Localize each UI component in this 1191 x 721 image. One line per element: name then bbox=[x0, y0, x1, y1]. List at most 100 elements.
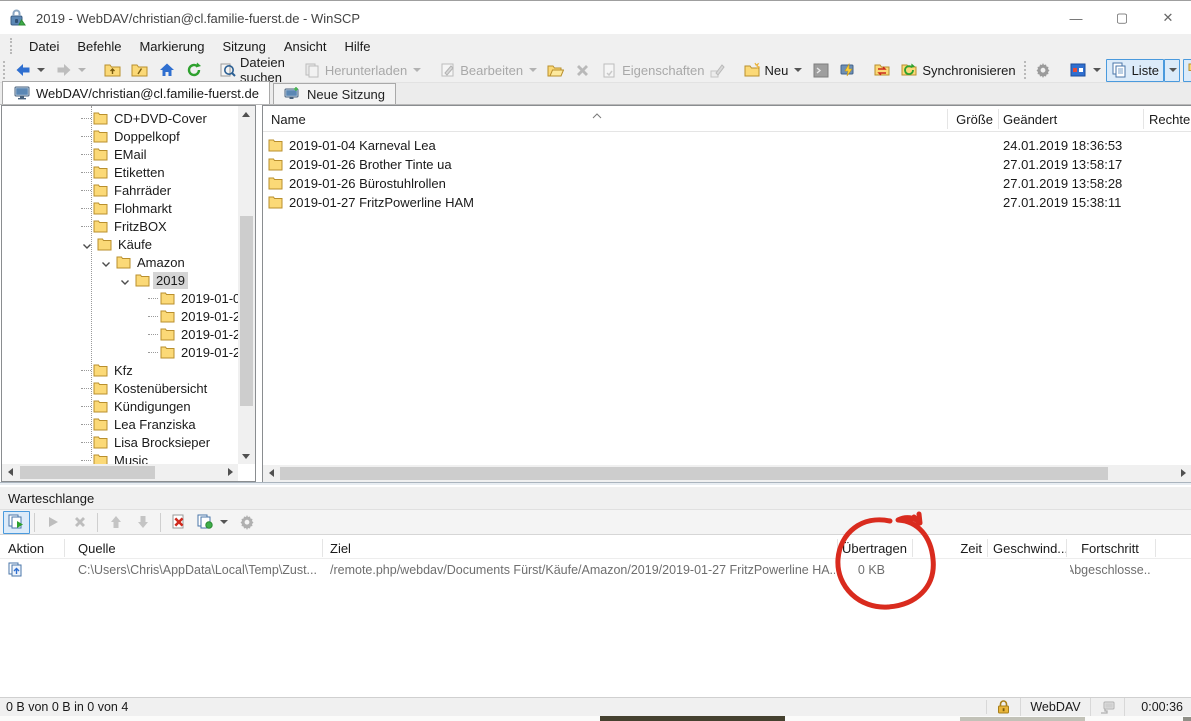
close-button[interactable]: ✕ bbox=[1145, 2, 1191, 34]
queue-delete-button[interactable] bbox=[165, 511, 192, 534]
queue-splitter[interactable] bbox=[0, 482, 1191, 485]
file-row[interactable]: 2019-01-26 Brother Tinte ua bbox=[267, 154, 452, 174]
tree-item-expanded[interactable]: Käufe bbox=[82, 235, 152, 253]
queue-col-target[interactable]: Ziel bbox=[330, 537, 351, 559]
scroll-up-arrow[interactable] bbox=[238, 106, 254, 122]
queue-cancel-button bbox=[66, 511, 93, 534]
status-connection-segment[interactable] bbox=[1091, 698, 1125, 717]
back-button[interactable] bbox=[9, 59, 50, 82]
menu-sitzung[interactable]: Sitzung bbox=[213, 36, 274, 57]
tree-item[interactable]: Music bbox=[81, 451, 148, 464]
menu-hilfe[interactable]: Hilfe bbox=[336, 36, 380, 57]
tree-item[interactable]: Flohmarkt bbox=[81, 199, 172, 217]
status-protocol[interactable]: WebDAV bbox=[1021, 698, 1091, 717]
queue-preferences-button[interactable] bbox=[233, 511, 260, 534]
panels-dropdown-caret[interactable] bbox=[1093, 68, 1101, 72]
column-header-modified[interactable]: Geändert bbox=[1003, 106, 1057, 132]
panels-layout-button[interactable] bbox=[1065, 59, 1106, 82]
tree-item[interactable]: 2019-01-04 bbox=[148, 289, 238, 307]
tree-item[interactable]: Kostenübersicht bbox=[81, 379, 207, 397]
delete-x-icon bbox=[574, 62, 591, 79]
tree-horizontal-scrollbar[interactable] bbox=[2, 464, 238, 481]
menu-grip[interactable] bbox=[10, 38, 14, 54]
tree-item[interactable]: Kfz bbox=[81, 361, 133, 379]
root-directory-button[interactable] bbox=[126, 59, 153, 82]
tree-item[interactable]: EMail bbox=[81, 145, 147, 163]
maximize-button[interactable]: ▢ bbox=[1099, 2, 1145, 34]
menu-befehle[interactable]: Befehle bbox=[68, 36, 130, 57]
toolbar-grip-2[interactable] bbox=[1024, 61, 1026, 79]
file-modified: 27.01.2019 13:58:17 bbox=[1003, 154, 1122, 174]
menu-datei[interactable]: Datei bbox=[20, 36, 68, 57]
tree-item-selected[interactable]: 2019 bbox=[120, 271, 188, 289]
new-button[interactable]: Neu bbox=[739, 59, 808, 82]
synchronize-button[interactable]: Synchronisieren bbox=[896, 59, 1020, 82]
tree-item[interactable]: 2019-01-26 bbox=[148, 325, 238, 343]
forward-dropdown-caret[interactable] bbox=[78, 68, 86, 72]
file-hscroll-thumb[interactable] bbox=[280, 467, 1108, 480]
queue-process-button[interactable] bbox=[192, 511, 233, 534]
chevron-down-icon[interactable] bbox=[120, 275, 130, 285]
new-session-tab[interactable]: Neue Sitzung bbox=[273, 83, 396, 104]
status-lock-segment[interactable] bbox=[987, 698, 1021, 717]
find-files-button[interactable]: Dateien suchen bbox=[215, 59, 291, 82]
new-dropdown-caret[interactable] bbox=[794, 68, 802, 72]
file-horizontal-scrollbar[interactable] bbox=[263, 465, 1191, 482]
queue-process-caret[interactable] bbox=[220, 520, 228, 524]
tree-vertical-scrollbar[interactable] bbox=[238, 106, 255, 464]
list-view-button[interactable]: Liste bbox=[1106, 59, 1164, 82]
tree-item[interactable]: Fahrräder bbox=[81, 181, 171, 199]
tree-hscroll-thumb[interactable] bbox=[20, 466, 155, 479]
queue-col-action[interactable]: Aktion bbox=[8, 537, 44, 559]
queue-show-button[interactable] bbox=[3, 511, 30, 534]
tree-vscroll-thumb[interactable] bbox=[240, 216, 253, 406]
menu-markierung[interactable]: Markierung bbox=[130, 36, 213, 57]
column-header-name[interactable]: Name bbox=[271, 106, 306, 132]
queue-col-transferred[interactable]: Übertragen bbox=[840, 537, 907, 559]
queue-target-path: /remote.php/webdav/Documents Fürst/Käufe… bbox=[330, 559, 835, 581]
scroll-left-arrow[interactable] bbox=[263, 465, 279, 481]
tree-item[interactable]: CD+DVD-Cover bbox=[81, 109, 207, 127]
shell-url-button[interactable] bbox=[834, 59, 861, 82]
sync-browsing-button[interactable] bbox=[869, 59, 896, 82]
chevron-down-icon[interactable] bbox=[82, 239, 92, 249]
queue-col-speed[interactable]: Geschwind... bbox=[993, 537, 1068, 559]
queue-col-source[interactable]: Quelle bbox=[78, 537, 116, 559]
file-row[interactable]: 2019-01-26 Bürostuhlrollen bbox=[267, 173, 446, 193]
parent-directory-button[interactable] bbox=[99, 59, 126, 82]
tree-item[interactable]: Lea Franziska bbox=[81, 415, 196, 433]
list-view-dropdown[interactable] bbox=[1164, 59, 1180, 82]
queue-col-time[interactable]: Zeit bbox=[916, 537, 982, 559]
tree-item[interactable]: Etiketten bbox=[81, 163, 165, 181]
tree-item[interactable]: Lisa Brocksieper bbox=[81, 433, 210, 451]
preferences-button[interactable] bbox=[1030, 59, 1057, 82]
toolbar-grip[interactable] bbox=[3, 61, 5, 79]
menu-ansicht[interactable]: Ansicht bbox=[275, 36, 336, 57]
open-button[interactable] bbox=[542, 59, 569, 82]
forward-button[interactable] bbox=[50, 59, 91, 82]
file-row[interactable]: 2019-01-04 Karneval Lea bbox=[267, 135, 436, 155]
tree-item[interactable]: Kündigungen bbox=[81, 397, 191, 415]
refresh-button[interactable] bbox=[180, 59, 207, 82]
queue-item-row[interactable]: C:\Users\Chris\AppData\Local\Temp\Zust..… bbox=[0, 559, 1191, 581]
home-directory-button[interactable] bbox=[153, 59, 180, 82]
tree-item[interactable]: FritzBOX bbox=[81, 217, 167, 235]
minimize-button[interactable]: — bbox=[1053, 2, 1099, 34]
delete-item-icon bbox=[170, 514, 187, 531]
tree-item-expanded[interactable]: Amazon bbox=[101, 253, 185, 271]
tree-item[interactable]: Doppelkopf bbox=[81, 127, 180, 145]
file-row[interactable]: 2019-01-27 FritzPowerline HAM bbox=[267, 192, 474, 212]
scroll-right-arrow[interactable] bbox=[1175, 465, 1191, 481]
queue-col-progress[interactable]: Fortschritt bbox=[1070, 537, 1150, 559]
tree-item[interactable]: 2019-01-26 bbox=[148, 307, 238, 325]
scroll-down-arrow[interactable] bbox=[238, 448, 254, 464]
back-dropdown-caret[interactable] bbox=[37, 68, 45, 72]
column-header-rights[interactable]: Rechte bbox=[1149, 106, 1190, 132]
scroll-left-arrow[interactable] bbox=[2, 464, 18, 480]
chevron-down-icon[interactable] bbox=[101, 257, 111, 267]
session-tab-active[interactable]: WebDAV/christian@cl.familie-fuerst.de bbox=[2, 81, 270, 104]
tree-item[interactable]: 2019-01-27 bbox=[148, 343, 238, 361]
column-header-size[interactable]: Größe bbox=[951, 106, 993, 132]
scroll-right-arrow[interactable] bbox=[222, 464, 238, 480]
tree-toggle-button[interactable] bbox=[1183, 59, 1191, 82]
